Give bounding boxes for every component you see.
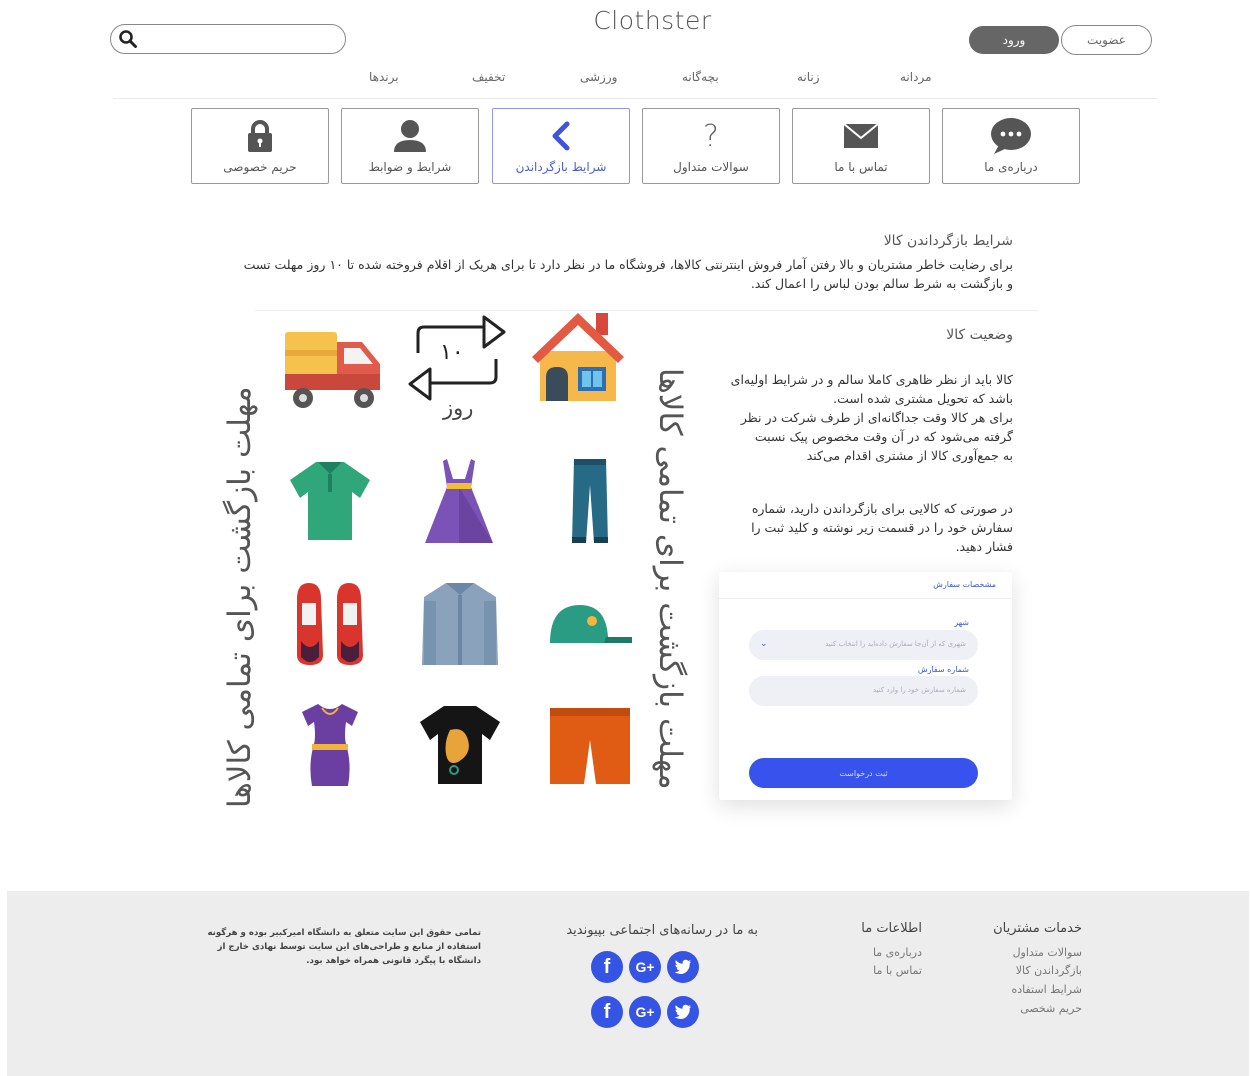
tile-returns-label: شرایط بازگرداندن bbox=[515, 160, 607, 174]
nav-discount[interactable]: تخفیف bbox=[472, 70, 505, 84]
footer: خدمات مشتریان سوالات متداول بازگرداندن ک… bbox=[7, 891, 1249, 1076]
status-p2-line: فشار دهید. bbox=[955, 539, 1013, 554]
copyright-line: استفاده از منابع و طراحی‌های این سایت تو… bbox=[217, 942, 482, 952]
shorts-icon bbox=[550, 708, 630, 784]
google-plus-icon[interactable]: G+ bbox=[629, 996, 661, 1028]
footer-link-about[interactable]: درباره‌ی ما bbox=[873, 946, 922, 959]
city-placeholder: شهری که از آن‌جا سفارش داده‌اید را انتخا… bbox=[825, 640, 966, 648]
tile-faq[interactable]: ? سوالات متداول bbox=[642, 108, 780, 184]
order-number-placeholder: شماره سفارش خود را وارد کنید bbox=[872, 686, 966, 694]
nav-kids[interactable]: بچه‌گانه bbox=[682, 70, 719, 84]
form-header: مشخصات سفارش bbox=[933, 580, 996, 589]
tile-contact-label: تماس با ما bbox=[834, 160, 888, 174]
nav-men[interactable]: مردانه bbox=[900, 70, 932, 84]
form-divider bbox=[719, 598, 1012, 599]
status-paragraph-1: کالا باید از نظر ظاهری کاملا سالم و در ش… bbox=[700, 370, 1013, 465]
days-number: ۱۰ bbox=[440, 340, 464, 365]
search-input[interactable] bbox=[110, 24, 346, 54]
order-number-label: شماره سفارش bbox=[917, 665, 969, 674]
order-number-input[interactable]: شماره سفارش خود را وارد کنید bbox=[749, 676, 978, 706]
dress-icon bbox=[425, 459, 493, 543]
tile-terms[interactable]: شرایط و ضوابط bbox=[341, 108, 479, 184]
status-p2-line: سفارش خود را در قسمت زیر نوشته و کلید ثب… bbox=[751, 520, 1013, 535]
status-p1-line: باشد که تحویل مشتری شده است. bbox=[833, 391, 1013, 406]
days-label: روز bbox=[443, 396, 474, 420]
tile-contact[interactable]: تماس با ما bbox=[792, 108, 930, 184]
status-p1-line: برای هر کالا وقت جداگانه‌ای از طرف شرکت … bbox=[740, 410, 1013, 425]
city-select[interactable]: شهری که از آن‌جا سفارش داده‌اید را انتخا… bbox=[749, 630, 978, 660]
footer-link-privacy[interactable]: حریم شخصی bbox=[1020, 1002, 1082, 1015]
facebook-icon[interactable]: f bbox=[591, 996, 623, 1028]
tile-about[interactable]: درباره‌ی ما bbox=[942, 108, 1080, 184]
chevron-left-icon bbox=[552, 121, 570, 151]
copyright-line: تمامی حقوق این سایت متعلق به دانشگاه امی… bbox=[207, 928, 481, 938]
login-button[interactable]: ورود bbox=[969, 26, 1059, 54]
footer-copyright: تمامی حقوق این سایت متعلق به دانشگاه امی… bbox=[197, 926, 481, 968]
nav-sport[interactable]: ورزشی bbox=[580, 70, 617, 84]
city-label: شهر bbox=[954, 618, 969, 627]
search-icon[interactable] bbox=[118, 29, 138, 49]
tile-terms-label: شرایط و ضوابط bbox=[368, 160, 452, 174]
polo-shirt-icon bbox=[290, 462, 370, 540]
footer-about-title: اطلاعات ما bbox=[861, 921, 922, 936]
vertical-caption-right: مهلت بازگشت برای تمامی کالاها bbox=[652, 368, 688, 790]
tile-privacy-label: حریم خصوصی bbox=[223, 160, 297, 174]
envelope-icon bbox=[843, 123, 879, 148]
lock-icon bbox=[248, 120, 272, 152]
nav-brands[interactable]: برندها bbox=[369, 70, 399, 84]
order-form-card: مشخصات سفارش شهر شهری که از آن‌جا سفارش … bbox=[719, 572, 1012, 800]
user-icon bbox=[394, 120, 426, 152]
footer-link-contact[interactable]: تماس با ما bbox=[873, 964, 922, 977]
jeans-icon bbox=[572, 459, 608, 543]
tile-privacy[interactable]: حریم خصوصی bbox=[191, 108, 329, 184]
printed-tshirt-icon bbox=[420, 706, 500, 784]
delivery-truck-icon bbox=[285, 332, 380, 408]
tile-faq-label: سوالات متداول bbox=[673, 160, 749, 174]
section-divider bbox=[255, 310, 1038, 311]
tile-returns[interactable]: شرایط بازگرداندن bbox=[492, 108, 630, 184]
status-p1-line: کالا باید از نظر ظاهری کاملا سالم و در ش… bbox=[730, 372, 1013, 387]
social-row-1: f G+ bbox=[591, 951, 699, 983]
facebook-icon[interactable]: f bbox=[591, 951, 623, 983]
status-title: وضعیت کالا bbox=[946, 327, 1013, 343]
google-plus-icon[interactable]: G+ bbox=[629, 951, 661, 983]
house-icon bbox=[532, 313, 624, 401]
status-p2-line: در صورتی که کالایی برای بازگرداندن دارید… bbox=[751, 501, 1013, 516]
signup-button[interactable]: عضویت bbox=[1061, 25, 1152, 55]
status-paragraph-2: در صورتی که کالایی برای بازگرداندن دارید… bbox=[700, 499, 1013, 556]
footer-services-title: خدمات مشتریان bbox=[993, 921, 1082, 936]
cap-icon bbox=[550, 605, 632, 643]
footer-link-returns[interactable]: بازگرداندن کالا bbox=[1016, 964, 1082, 977]
status-p1-line: به جمع‌آوری کالا از مشتری اقدام می‌کند bbox=[806, 448, 1013, 463]
footer-link-faq[interactable]: سوالات متداول bbox=[1013, 946, 1082, 959]
returns-line-1: برای رضایت خاطر مشتریان و بالا رفتن آمار… bbox=[243, 257, 1013, 272]
nav-women[interactable]: زنانه bbox=[797, 70, 820, 84]
twitter-icon[interactable] bbox=[667, 996, 699, 1028]
vertical-caption-left: مهلت بازگشت برای تمامی کالاها bbox=[222, 386, 258, 808]
footer-link-terms[interactable]: شرایط استفاده bbox=[1011, 983, 1082, 996]
sneakers-icon bbox=[297, 583, 363, 665]
denim-shirt-icon bbox=[422, 583, 498, 665]
chevron-down-icon[interactable]: ⌄ bbox=[760, 639, 768, 649]
woman-top-icon bbox=[302, 704, 358, 786]
question-icon: ? bbox=[703, 118, 719, 154]
returns-title: شرایط بازگرداندن کالا bbox=[883, 233, 1013, 249]
submit-request-button[interactable]: ثبت درخواست bbox=[749, 758, 978, 788]
site-logo[interactable]: Clothster bbox=[560, 6, 745, 35]
chat-bubble-icon bbox=[991, 118, 1031, 154]
footer-social-title: به ما در رسانه‌های اجتماعی بپیوندید bbox=[566, 923, 758, 938]
copyright-line: دانشگاه با پیگرد قانونی همراه خواهد بود. bbox=[306, 956, 481, 966]
status-p1-line: گرفته می‌شود که در آن وقت مخصوص پیک نسبت bbox=[754, 429, 1013, 444]
nav-divider bbox=[113, 98, 1157, 99]
returns-line-2: و بازگشت به شرط سالم بودن لباس را اعمال … bbox=[750, 276, 1013, 291]
tile-about-label: درباره‌ی ما bbox=[984, 160, 1038, 174]
social-row-2: f G+ bbox=[591, 996, 699, 1028]
twitter-icon[interactable] bbox=[667, 951, 699, 983]
